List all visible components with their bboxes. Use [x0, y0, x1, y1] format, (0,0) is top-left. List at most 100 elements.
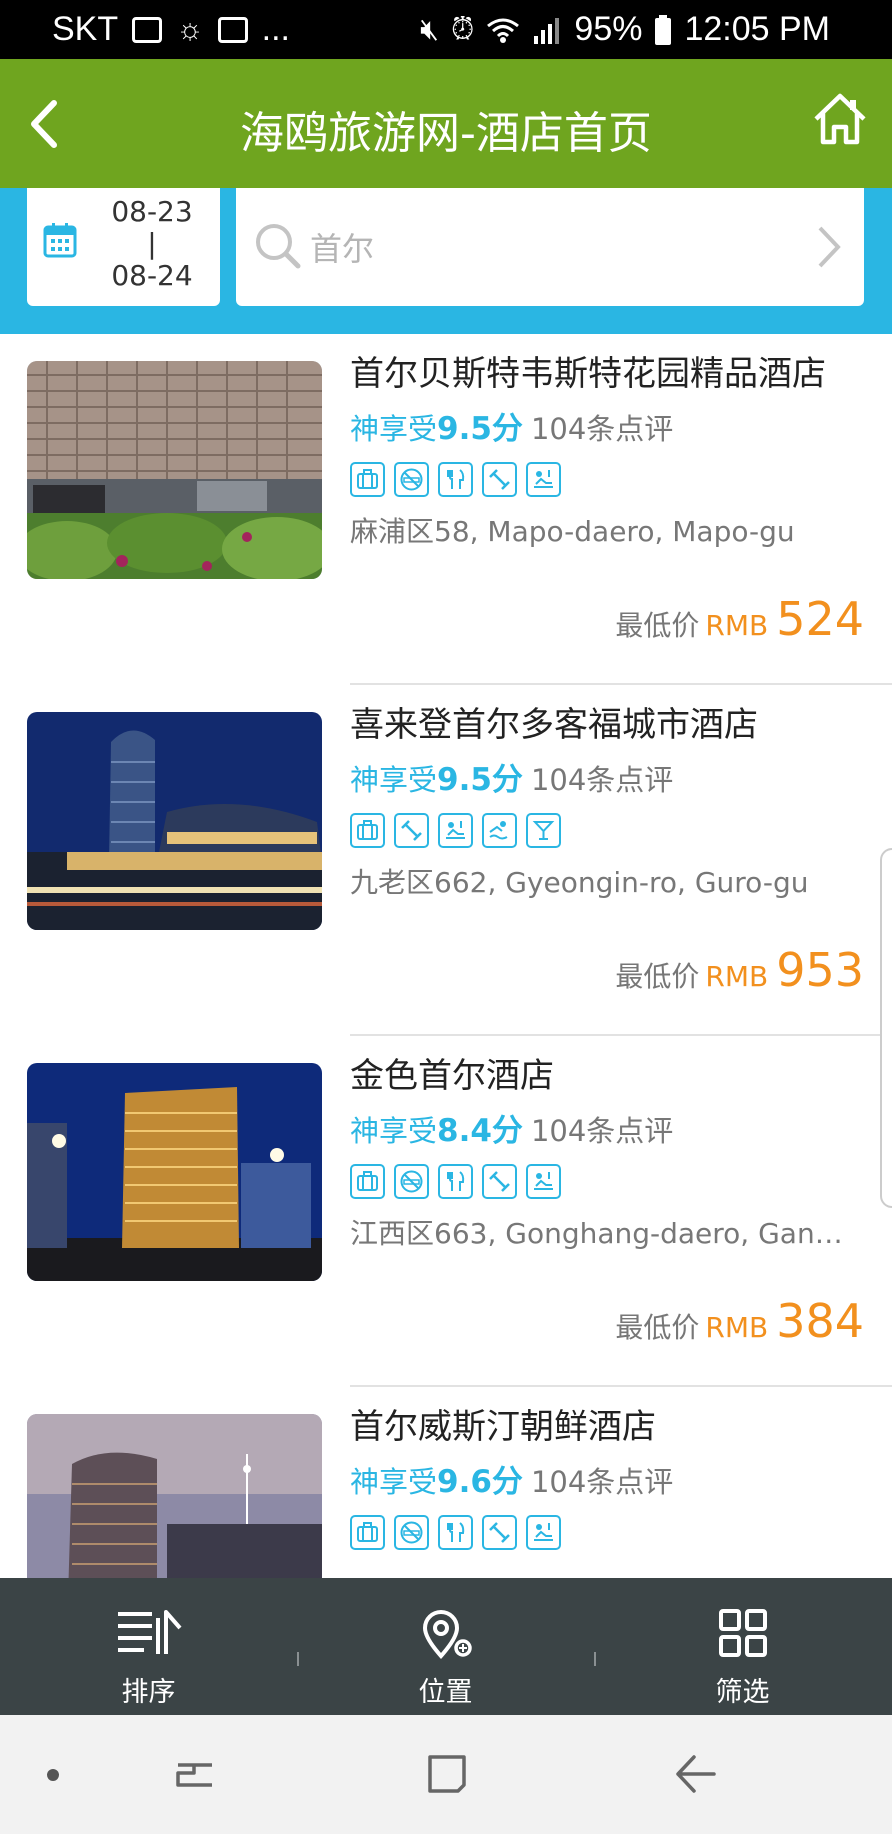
home-icon[interactable]	[812, 91, 868, 147]
gym-icon	[482, 462, 517, 497]
side-drawer-handle[interactable]	[880, 848, 892, 1208]
hotel-name: 首尔威斯汀朝鲜酒店	[350, 1407, 656, 1447]
hotel-photo	[27, 1063, 322, 1281]
dot-indicator-icon	[47, 1769, 59, 1781]
price-currency: RMB	[705, 960, 769, 993]
rating-score: 9.5分	[437, 762, 523, 798]
gym-icon	[394, 813, 429, 848]
hotel-card-1[interactable]: 首尔贝斯特韦斯特花园精品酒店 神享受9.5分 104条点评 麻浦区58, Mapo…	[0, 334, 892, 685]
luggage-icon	[350, 462, 385, 497]
rating-label: 神享受	[350, 1114, 438, 1148]
review-count: 104条点评	[530, 1465, 674, 1499]
no-smoking-icon	[394, 1164, 429, 1199]
spa-icon	[438, 813, 473, 848]
signal-icon	[534, 17, 560, 44]
hotel-rating: 神享受9.5分 104条点评	[350, 761, 870, 799]
spa-icon	[526, 1515, 561, 1550]
status-bar: SKT ☼ ... 🔇︎ ⏰︎ 95% 12:05 PM	[0, 0, 892, 59]
hotel-price: 最低价 RMB 384	[615, 1294, 864, 1348]
hotel-info: 金色首尔酒店 神享受8.4分 104条点评 江西区663, Gonghang-da…	[350, 1054, 870, 1252]
review-count: 104条点评	[530, 763, 674, 797]
hotel-name: 喜来登首尔多客福城市酒店	[350, 705, 758, 745]
hotel-address: 江西区663, Gonghang-daero, Gan…	[350, 1217, 843, 1250]
price-value: 524	[776, 592, 864, 646]
amenity-icons	[350, 1515, 870, 1553]
check-in-date: 08-23	[111, 195, 193, 228]
wifi-icon	[487, 18, 520, 43]
gallery-icon-2	[217, 16, 248, 43]
hotel-photo	[27, 1414, 322, 1578]
search-bar: 08-23 | 08-24 首尔	[0, 188, 892, 334]
luggage-icon	[350, 1515, 385, 1550]
gym-icon	[482, 1515, 517, 1550]
hotel-list: 首尔贝斯特韦斯特花园精品酒店 神享受9.5分 104条点评 麻浦区58, Mapo…	[0, 334, 892, 1578]
mute-icon: 🔇︎	[420, 12, 439, 46]
rating-score: 9.6分	[437, 1464, 523, 1500]
hotel-info: 首尔贝斯特韦斯特花园精品酒店 神享受9.5分 104条点评 麻浦区58, Mapo…	[350, 352, 870, 550]
price-value: 384	[776, 1294, 864, 1348]
amenity-icons	[350, 1164, 870, 1202]
no-smoking-icon	[394, 1515, 429, 1550]
tab-location[interactable]: 位置	[297, 1578, 594, 1715]
recent-apps-icon[interactable]	[172, 1751, 218, 1797]
price-label: 最低价	[615, 960, 700, 993]
amenity-icons	[350, 813, 870, 851]
sync-icon: ☼	[176, 12, 204, 46]
date-picker[interactable]: 08-23 | 08-24	[27, 188, 220, 306]
hotel-card-4[interactable]: 首尔威斯汀朝鲜酒店 神享受9.6分 104条点评	[0, 1387, 892, 1578]
home-button-icon[interactable]	[424, 1751, 470, 1797]
price-currency: RMB	[705, 609, 769, 642]
restaurant-icon	[438, 1164, 473, 1199]
calendar-icon	[43, 223, 77, 258]
filter-grid-icon	[718, 1609, 767, 1657]
review-count: 104条点评	[530, 1114, 674, 1148]
tab-location-label: 位置	[418, 1677, 473, 1708]
chevron-right-icon	[818, 226, 841, 268]
hotel-price: 最低价 RMB 953	[615, 943, 864, 997]
tab-filter[interactable]: 筛选	[594, 1578, 891, 1715]
hotel-address: 九老区662, Gyeongin-ro, Guro-gu	[350, 866, 809, 899]
check-out-date: 08-24	[111, 259, 193, 292]
map-pin-icon	[422, 1610, 472, 1660]
rating-label: 神享受	[350, 412, 438, 446]
hotel-name: 首尔贝斯特韦斯特花园精品酒店	[350, 354, 826, 394]
gallery-icon	[132, 16, 163, 43]
system-nav-bar	[0, 1715, 892, 1834]
amenity-icons	[350, 462, 870, 500]
tab-filter-label: 筛选	[715, 1677, 770, 1708]
search-query: 首尔	[310, 230, 375, 268]
hotel-rating: 神享受9.5分 104条点评	[350, 410, 870, 448]
spa-icon	[526, 462, 561, 497]
more-notifications: ...	[261, 10, 290, 48]
luggage-icon	[350, 813, 385, 848]
hotel-photo	[27, 712, 322, 930]
date-range: 08-23 | 08-24	[97, 196, 207, 292]
restaurant-icon	[438, 1515, 473, 1550]
rating-label: 神享受	[350, 763, 438, 797]
hotel-rating: 神享受9.6分 104条点评	[350, 1463, 870, 1501]
tab-sort[interactable]: 排序	[0, 1578, 297, 1715]
battery-icon	[655, 14, 672, 45]
hotel-card-2[interactable]: 喜来登首尔多客福城市酒店 神享受9.5分 104条点评 九老区662, Gyeon…	[0, 685, 892, 1036]
price-label: 最低价	[615, 609, 700, 642]
pool-icon	[482, 813, 517, 848]
carrier-label: SKT	[52, 10, 119, 48]
rating-label: 神享受	[350, 1465, 438, 1499]
hotel-info: 喜来登首尔多客福城市酒店 神享受9.5分 104条点评 九老区662, Gyeon…	[350, 703, 870, 901]
date-separator: |	[147, 227, 157, 260]
system-back-icon[interactable]	[672, 1751, 718, 1797]
sort-icon	[117, 1610, 182, 1654]
review-count: 104条点评	[530, 412, 674, 446]
gym-icon	[482, 1164, 517, 1199]
price-value: 953	[776, 943, 864, 997]
rating-score: 8.4分	[437, 1113, 523, 1149]
hotel-price: 最低价 RMB 524	[615, 592, 864, 646]
restaurant-icon	[438, 462, 473, 497]
bar-icon	[526, 813, 561, 848]
bottom-tab-bar: 排序 位置 筛选	[0, 1578, 892, 1715]
hotel-address: 麻浦区58, Mapo-daero, Mapo-gu	[350, 515, 795, 548]
hotel-info: 首尔威斯汀朝鲜酒店 神享受9.6分 104条点评	[350, 1405, 870, 1553]
destination-search[interactable]: 首尔	[236, 188, 864, 306]
hotel-card-3[interactable]: 金色首尔酒店 神享受8.4分 104条点评 江西区663, Gonghang-da…	[0, 1036, 892, 1387]
search-icon	[256, 224, 301, 269]
